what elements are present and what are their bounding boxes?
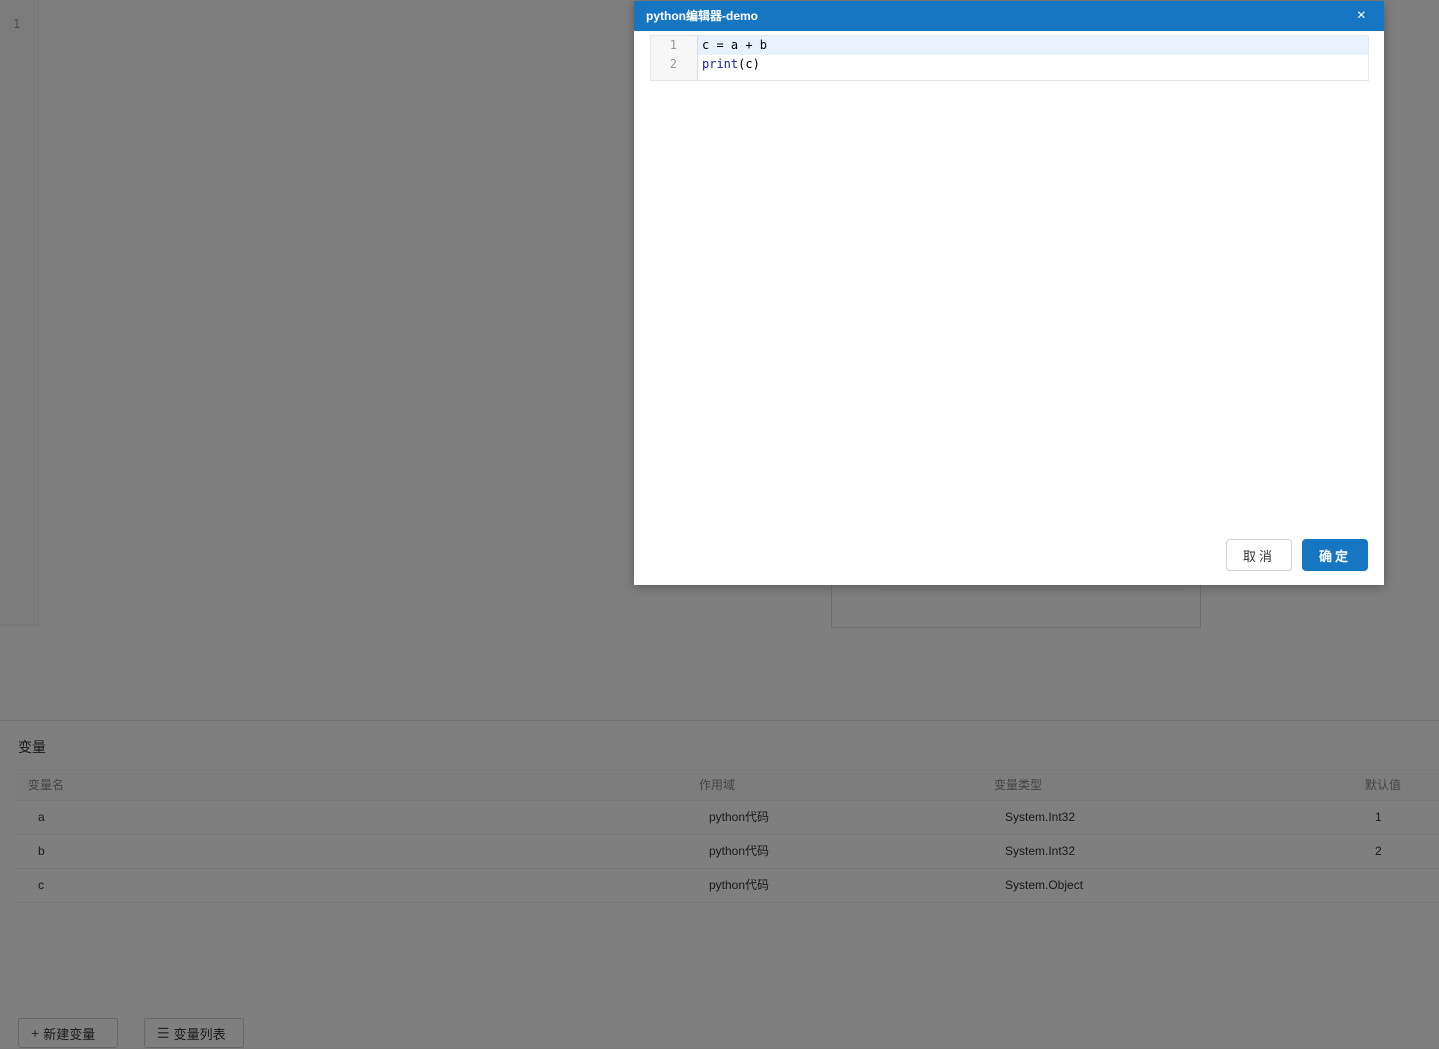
python-editor-modal: python编辑器-demo × 1 2 c = a + b print(c) … xyxy=(634,1,1384,585)
code-editor-gutter: 1 2 xyxy=(651,36,698,80)
python-code-editor[interactable]: 1 2 c = a + b print(c) xyxy=(650,35,1369,81)
line-number: 2 xyxy=(669,57,677,71)
confirm-button[interactable]: 确定 xyxy=(1302,539,1368,571)
modal-header: python编辑器-demo × xyxy=(634,1,1384,31)
close-icon[interactable]: × xyxy=(1357,1,1366,31)
code-line[interactable]: print(c) xyxy=(698,55,1368,74)
code-line[interactable]: c = a + b xyxy=(698,36,1368,55)
cancel-button[interactable]: 取消 xyxy=(1226,539,1292,571)
line-number: 1 xyxy=(669,38,677,52)
code-text: (c) xyxy=(738,57,760,71)
code-keyword: print xyxy=(702,57,739,71)
modal-title: python编辑器-demo xyxy=(646,9,758,23)
